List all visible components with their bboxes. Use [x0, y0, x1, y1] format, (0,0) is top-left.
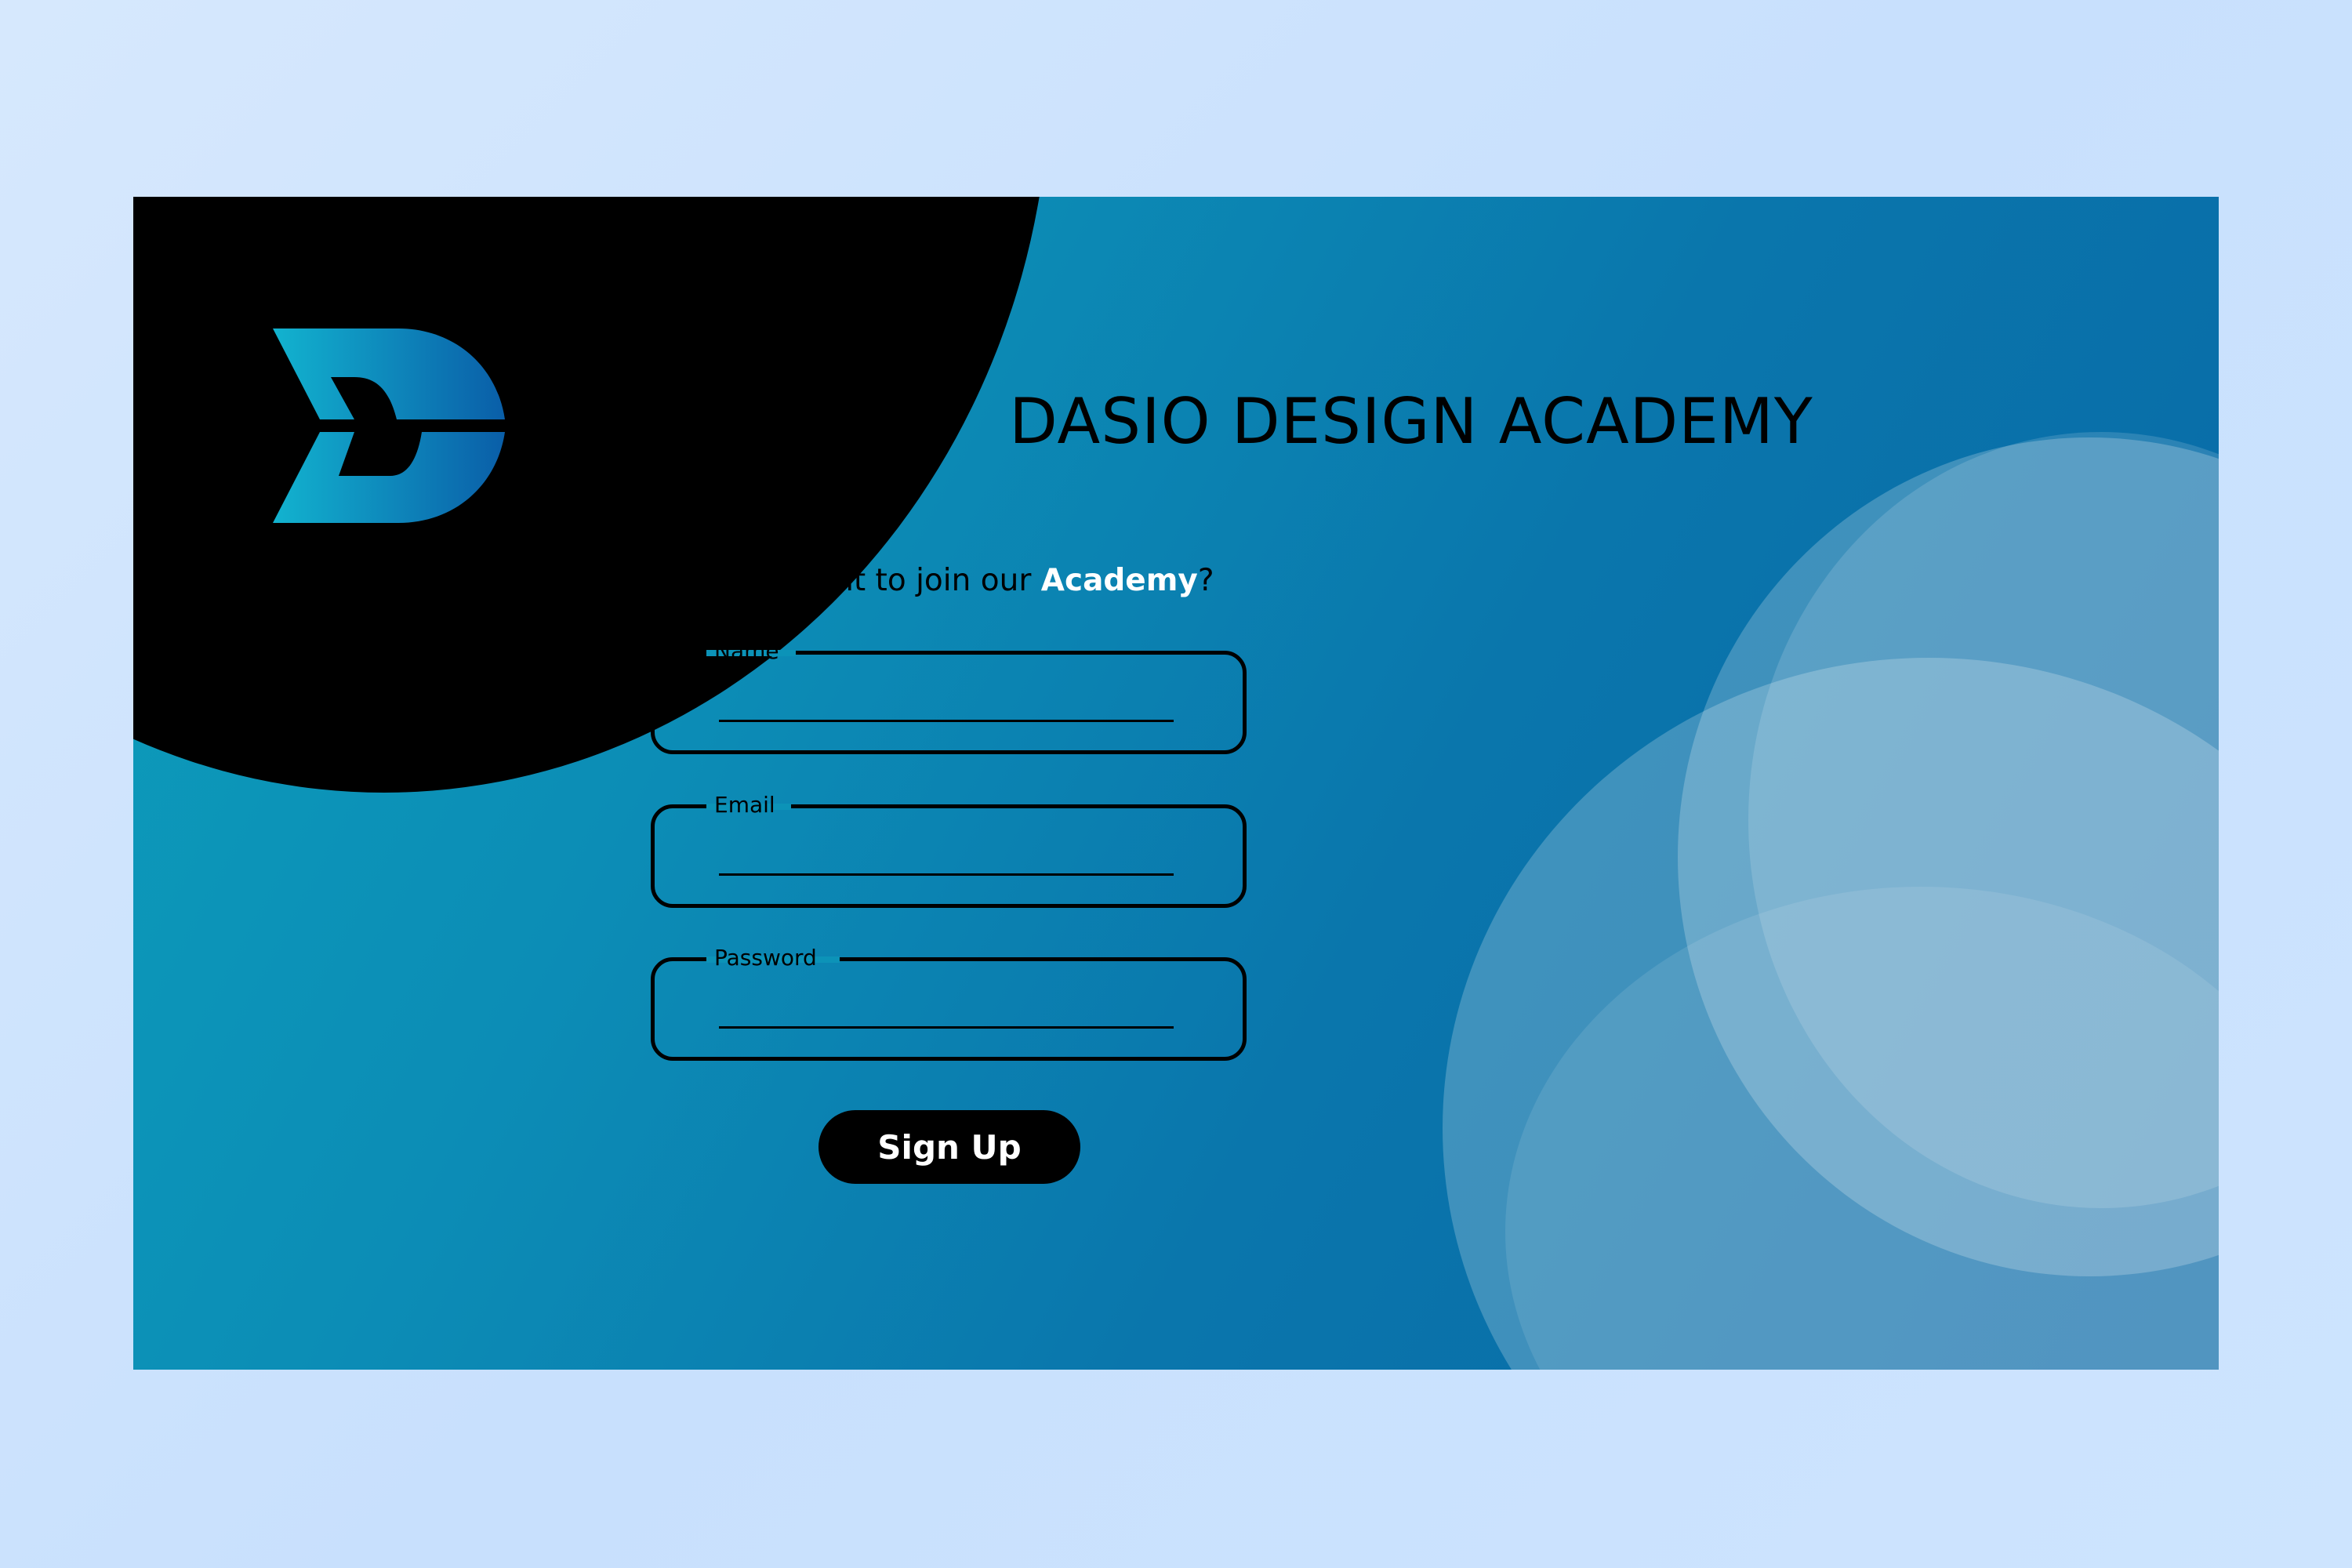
email-input[interactable] — [719, 830, 1174, 871]
name-input[interactable] — [719, 677, 1174, 717]
password-field-label: Password — [714, 945, 817, 971]
join-prompt-prefix: Do you want to join our — [673, 563, 1041, 598]
dasio-d-logo-icon — [273, 328, 505, 523]
page-title: DASIO DESIGN ACADEMY — [1009, 385, 1813, 458]
name-input-underline — [719, 720, 1174, 722]
join-prompt: Do you want to join our Academy? — [673, 563, 1214, 598]
password-input[interactable] — [719, 983, 1174, 1024]
signup-card: DASIO DESIGN ACADEMY Do you want to join… — [133, 197, 2219, 1370]
email-input-underline — [719, 873, 1174, 876]
name-field-label: Name — [714, 638, 779, 664]
password-field: Password — [651, 946, 1247, 1061]
email-field-label: Email — [714, 792, 775, 818]
join-prompt-suffix: ? — [1197, 563, 1214, 598]
sign-up-button[interactable]: Sign Up — [818, 1110, 1080, 1184]
email-field: Email — [651, 793, 1247, 908]
name-field: Name — [651, 640, 1247, 754]
join-prompt-accent: Academy — [1040, 563, 1198, 598]
password-input-underline — [719, 1026, 1174, 1029]
